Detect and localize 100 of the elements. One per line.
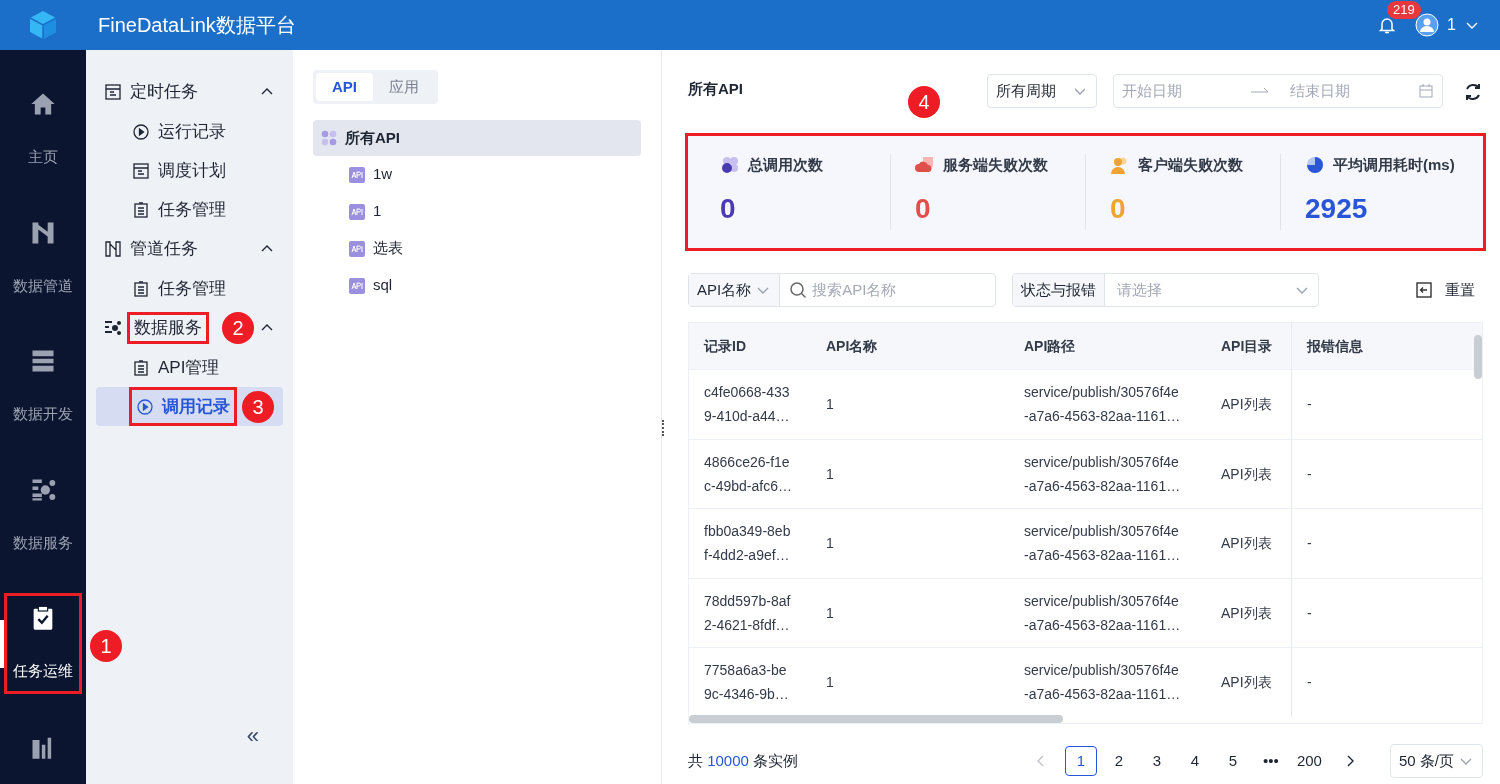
- table-cell-text: API列表: [1220, 603, 1273, 623]
- callout-number: 4: [908, 86, 940, 118]
- stat-label: 客户端失败次数: [1138, 154, 1243, 175]
- rail-item[interactable]: 数据服务: [7, 467, 79, 562]
- api-icon: [349, 203, 365, 220]
- api-icon: [349, 277, 365, 294]
- circles-icon: [720, 155, 740, 175]
- network-icon: [104, 319, 122, 337]
- table-cell: -: [1291, 578, 1471, 647]
- period-select[interactable]: 所有周期: [987, 74, 1097, 108]
- notification-count: 219: [1387, 1, 1421, 19]
- callout-number: 2: [222, 312, 254, 344]
- search-icon: [788, 280, 809, 300]
- table-cell-text: service/publish/30576f4e -a7a6-4563-82aa-1161…: [1023, 661, 1182, 705]
- sidebar-group-title[interactable]: 管道任务: [130, 236, 198, 262]
- tree-item[interactable]: 1: [313, 193, 641, 230]
- clipboard-icon: [132, 200, 150, 219]
- sidebar-item[interactable]: 运行记录: [96, 112, 283, 151]
- table-cell-text: 1: [825, 464, 835, 484]
- table-cell-text: 4866ce26-f1e c-49bd-afc6…: [703, 452, 793, 496]
- column-header: 报错信息: [1291, 323, 1471, 369]
- table-cell-text: service/publish/30576f4e -a7a6-4563-82aa-1161…: [1023, 452, 1182, 496]
- table-cell: -: [1291, 509, 1471, 578]
- tree-item[interactable]: sql: [313, 267, 641, 304]
- page-button[interactable]: •••: [1254, 746, 1287, 776]
- clipboard-icon: [132, 279, 150, 298]
- table-cell-text: 1: [825, 534, 835, 554]
- rail-item[interactable]: 主页: [7, 82, 79, 177]
- page-button[interactable]: 2: [1102, 746, 1135, 776]
- table-cell-text: service/publish/30576f4e -a7a6-4563-82aa-1161…: [1023, 383, 1182, 427]
- page-size-select[interactable]: 50 条/页: [1389, 744, 1483, 778]
- api-icon: [349, 240, 365, 257]
- table-cell-text: API列表: [1220, 464, 1273, 484]
- refresh-icon: [1463, 82, 1483, 102]
- stat-value: 0: [1110, 192, 1127, 227]
- tab[interactable]: 应用: [373, 73, 435, 101]
- cloud-icon: [915, 155, 935, 175]
- reset-button[interactable]: 重置: [1415, 278, 1475, 302]
- collapse-button[interactable]: «: [246, 719, 259, 752]
- table-row[interactable]: 78dd597b-8af 2-4621-8fdf… 1 service/publish/30576f4e -a7a6-4563-82aa-1161… API列表 -: [689, 577, 1482, 647]
- table-cell-text: 7758a6a3-be 9c-4346-9b…: [703, 661, 790, 705]
- column-header: 记录ID: [702, 336, 747, 356]
- table-cell-text: API列表: [1220, 395, 1273, 415]
- rail-item[interactable]: 数据开发: [7, 339, 79, 434]
- page-button[interactable]: 200: [1292, 746, 1326, 776]
- page-title: 所有API: [688, 79, 743, 99]
- table-row[interactable]: fbb0a349-8eb f-4dd2-a9ef… 1 service/publish/30576f4e -a7a6-4563-82aa-1161… API列表 -: [689, 508, 1482, 578]
- cube-logo: [27, 9, 59, 41]
- table-cell-text: 78dd597b-8af 2-4621-8fdf…: [703, 591, 792, 635]
- reset-icon: [1415, 281, 1433, 299]
- tree-item[interactable]: 选表: [313, 230, 641, 267]
- table-cell-text: c4fe0668-433 9-410d-a44…: [703, 383, 791, 427]
- page-button[interactable]: 5: [1216, 746, 1249, 776]
- sidebar-group-title[interactable]: 定时任务: [130, 79, 198, 105]
- tree-item[interactable]: 1w: [313, 156, 641, 193]
- sidebar-group-title[interactable]: 数据服务: [130, 315, 206, 341]
- calendar-icon: [104, 83, 122, 101]
- table-cell-text: fbb0a349-8eb f-4dd2-a9ef…: [703, 522, 792, 566]
- app-title: FineDataLink数据平台: [98, 13, 296, 38]
- vertical-scrollbar[interactable]: [1474, 335, 1482, 379]
- table-cell-text: service/publish/30576f4e -a7a6-4563-82aa-1161…: [1023, 591, 1182, 635]
- page-button[interactable]: 3: [1140, 746, 1173, 776]
- horizontal-scrollbar[interactable]: [689, 715, 1063, 723]
- play-icon: [132, 122, 150, 141]
- stat-value: 0: [915, 192, 932, 227]
- stat-label: 服务端失败次数: [943, 154, 1048, 175]
- avatar-icon: [1415, 13, 1440, 37]
- rail-item[interactable]: 任务运维: [7, 596, 79, 691]
- status-select[interactable]: 状态与报错 请选择: [1012, 273, 1319, 307]
- clock-icon: [1305, 155, 1325, 175]
- sidebar-item[interactable]: 调度计划: [96, 151, 283, 190]
- column-header: API名称: [825, 336, 879, 356]
- search-field[interactable]: API名称 搜索API名称: [688, 273, 996, 307]
- table-cell-text: 1: [825, 673, 835, 693]
- table-row[interactable]: 4866ce26-f1e c-49bd-afc6… 1 service/publish/30576f4e -a7a6-4563-82aa-1161… API列表 -: [689, 438, 1482, 508]
- bell-icon: [1377, 15, 1398, 35]
- table-cell: -: [1291, 370, 1471, 439]
- table-cell-text: 1: [825, 395, 835, 415]
- stat-label: 平均调用耗时(ms): [1333, 154, 1455, 175]
- table-row[interactable]: c4fe0668-433 9-410d-a44… 1 service/publish/30576f4e -a7a6-4563-82aa-1161… API列表 -: [689, 369, 1482, 439]
- tab[interactable]: API: [316, 73, 373, 101]
- table-cell-text: service/publish/30576f4e -a7a6-4563-82aa-1161…: [1023, 522, 1182, 566]
- page-button[interactable]: 4: [1178, 746, 1211, 776]
- sidebar-item[interactable]: API管理: [96, 348, 283, 387]
- calendar-icon: [132, 161, 150, 180]
- stat-value: 2925: [1305, 192, 1369, 227]
- play-icon: [136, 397, 154, 416]
- api-icon: [349, 166, 365, 183]
- resize-handle[interactable]: [662, 420, 665, 436]
- user-menu[interactable]: 1: [1415, 13, 1480, 37]
- clipboard-icon: [132, 358, 150, 377]
- table-cell: -: [1291, 648, 1471, 717]
- tree-item[interactable]: 所有API: [313, 120, 641, 156]
- sidebar-item[interactable]: 任务管理: [96, 190, 283, 229]
- page-button[interactable]: 1: [1064, 746, 1097, 776]
- refresh-button[interactable]: [1463, 82, 1483, 102]
- total-count: 共 10000 条实例: [688, 750, 799, 771]
- rail-item[interactable]: 数据管道: [7, 210, 79, 305]
- stat-value: 0: [720, 192, 737, 227]
- sidebar-item[interactable]: 任务管理: [96, 269, 283, 308]
